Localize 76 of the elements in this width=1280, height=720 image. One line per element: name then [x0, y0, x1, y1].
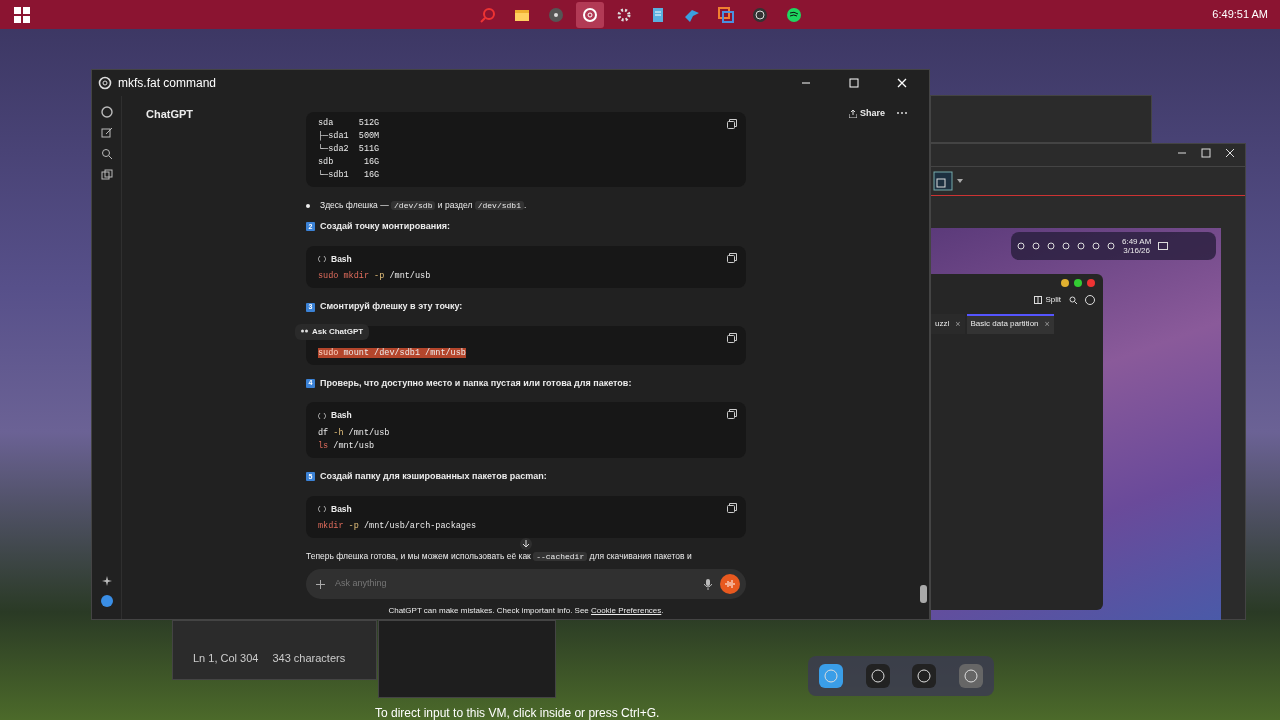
code-line: ├─sda1 500M	[318, 131, 380, 141]
knot-icon	[98, 76, 112, 90]
resize-window-icon[interactable]	[933, 171, 953, 191]
arrow-down-icon[interactable]	[520, 538, 532, 550]
step-heading: Создай папку для кэшированных пакетов pacman:	[320, 470, 547, 483]
bullet-text: Здесь флешка — /dev/sdb и раздел /dev/sdb1 .	[320, 199, 527, 212]
scrollbar-thumb[interactable]	[920, 585, 927, 603]
date-text: 3/16/26	[1122, 246, 1152, 255]
disclaimer-text: ChatGPT can make mistakes. Check important info. See Cookie Preferences.	[387, 605, 665, 617]
code-line: └─sda2 511G	[318, 144, 380, 154]
window-title: mkfs.fat command	[118, 75, 217, 92]
split-button[interactable]: Split	[1034, 294, 1061, 306]
avatar-icon[interactable]	[100, 595, 113, 607]
step-heading: Создай точку монтирования:	[320, 220, 450, 233]
language-label: Bash	[331, 409, 352, 422]
maximize-icon[interactable]	[848, 77, 860, 89]
vm-hint-text: To direct input to this VM, click inside or press Ctrl+G.	[375, 705, 660, 720]
code-line: ls /mnt/usb	[318, 441, 375, 451]
code-icon	[318, 412, 326, 419]
clock-text: 6:49 AM	[1122, 237, 1152, 246]
pencil-square-icon[interactable]	[100, 127, 113, 139]
music-circle-icon[interactable]	[786, 6, 802, 23]
composer-field[interactable]: Ask anything	[306, 569, 746, 599]
status-text: Ln 1, Col 304	[193, 650, 259, 666]
tab-close-button[interactable]: ×	[955, 318, 961, 332]
share-button[interactable]: Share	[849, 107, 885, 121]
tooltip-button[interactable]: Ask ChatGPT	[295, 324, 370, 340]
code-icon	[318, 505, 326, 512]
windows-logo-icon	[14, 6, 30, 23]
squares-icon[interactable]	[718, 6, 734, 23]
microphone-icon[interactable]	[704, 578, 712, 590]
message-input[interactable]: Ask anything	[333, 576, 696, 592]
step-heading: Проверь, что доступно место и папка пустая или готова для пакетов:	[320, 376, 632, 390]
tab-close-button[interactable]: ×	[1044, 318, 1050, 332]
window-icon[interactable]	[1158, 242, 1169, 250]
code-line: sda 512G	[318, 118, 380, 128]
search-icon[interactable]	[100, 148, 113, 160]
columns-icon	[1034, 296, 1043, 304]
sparkle-icon[interactable]	[101, 576, 112, 586]
code-line: sudo mkdir -p /mnt/usb	[318, 271, 431, 282]
close-icon[interactable]	[1225, 148, 1235, 158]
tab[interactable]: uzzl ×	[931, 314, 965, 334]
search-icon[interactable]	[1069, 296, 1077, 304]
step-heading: Смонтируй флешку в эту точку:	[320, 300, 463, 314]
code-icon	[318, 255, 326, 262]
copy-icon[interactable]	[727, 252, 737, 263]
language-label: Bash	[331, 252, 352, 266]
restore-icon[interactable]	[1201, 148, 1211, 158]
clock-text: 6:49:51 AM	[1212, 7, 1268, 23]
caret-icon[interactable]	[957, 179, 963, 183]
paragraph-text: Теперь флешка готова, и мы можем использовать её как --cachedir для скачивания пакетов и	[306, 550, 693, 564]
language-label: Bash	[331, 502, 352, 516]
plus-icon[interactable]	[316, 579, 325, 589]
status-text: 343 characters	[272, 650, 346, 666]
copy-icon[interactable]	[727, 502, 737, 513]
copy-icon[interactable]	[727, 332, 737, 343]
copy-icon[interactable]	[727, 409, 737, 420]
disc-icon[interactable]	[548, 6, 564, 23]
copy-icon[interactable]	[727, 119, 737, 129]
model-selector[interactable]: ChatGPT	[146, 106, 194, 123]
traffic-light-icon[interactable]	[1087, 279, 1095, 287]
overlapping-squares-icon[interactable]	[100, 169, 113, 181]
code-line: └─sdb1 16G	[318, 170, 380, 180]
voice-button[interactable]	[720, 574, 740, 594]
traffic-light-icon[interactable]	[1074, 279, 1082, 287]
quote-icon	[301, 329, 308, 335]
bullet-icon	[306, 203, 310, 208]
knot-icon[interactable]	[100, 106, 113, 118]
code-line: df -h /mnt/usb	[318, 428, 390, 438]
tab[interactable]: Basic data partition ×	[966, 314, 1054, 334]
document-icon[interactable]	[650, 6, 666, 23]
upload-icon	[849, 109, 857, 118]
code-line: sdb 16G	[318, 157, 380, 167]
traffic-light-icon[interactable]	[1061, 279, 1069, 287]
waveform-icon	[725, 580, 735, 588]
code-line: mkdir -p /mnt/usb/arch-packages	[318, 521, 477, 532]
